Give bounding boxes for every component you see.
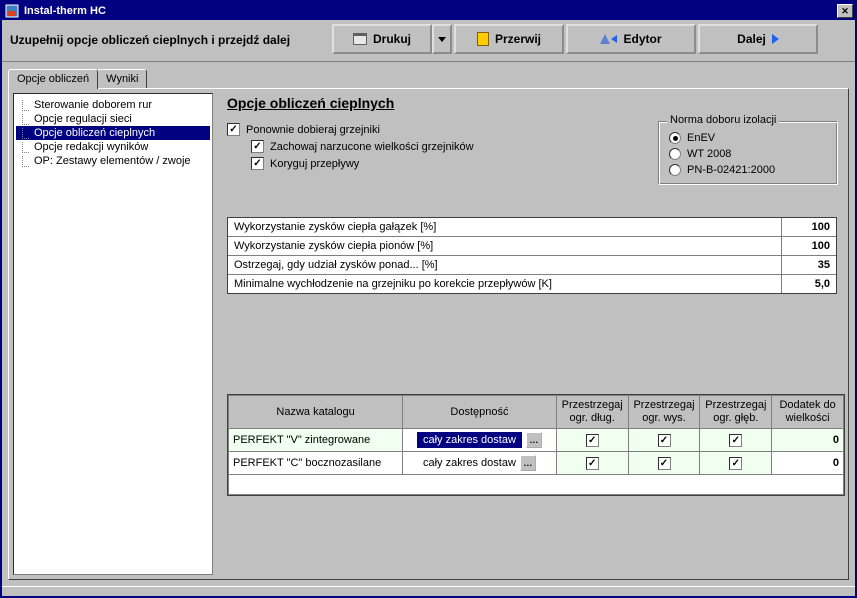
param-value-1[interactable]: 100 bbox=[782, 237, 836, 255]
next-button[interactable]: Dalej bbox=[698, 24, 818, 54]
catalog-row-1[interactable]: PERFEKT "C" bocznozasilane cały zakres d… bbox=[229, 452, 844, 475]
arrow-right-icon bbox=[772, 34, 779, 44]
check-redo-radiators-label: Ponownie dobieraj grzejniki bbox=[246, 124, 380, 136]
radio-pnb-row: PN-B-02421:2000 bbox=[669, 162, 827, 178]
tab-content: Sterowanie doborem rur Opcje regulacji s… bbox=[8, 88, 849, 580]
interrupt-button[interactable]: Przerwij bbox=[454, 24, 564, 54]
tab-options[interactable]: Opcje obliczeń bbox=[8, 69, 98, 89]
param-label-2: Ostrzegaj, gdy udział zysków ponad... [%… bbox=[228, 256, 782, 274]
param-table: Wykorzystanie zysków ciepła gałązek [%] … bbox=[227, 217, 837, 294]
options-row: Ponownie dobieraj grzejniki Zachowaj nar… bbox=[227, 121, 838, 185]
status-bar bbox=[2, 586, 855, 596]
insulation-norm-group: Norma doboru izolacji EnEV WT 2008 PN-B-… bbox=[658, 121, 838, 185]
col-name: Nazwa katalogu bbox=[229, 396, 403, 429]
catalog-avail-0[interactable]: cały zakres dostaw … bbox=[403, 429, 557, 452]
check-keep-forced-label: Zachowaj narzucone wielkości grzejników bbox=[270, 141, 474, 153]
catalog-header-row: Nazwa katalogu Dostępność Przestrzegaj o… bbox=[229, 396, 844, 429]
close-button[interactable]: ✕ bbox=[837, 4, 853, 18]
printer-icon bbox=[353, 33, 367, 45]
radio-enev-label: EnEV bbox=[687, 132, 715, 144]
check-keep-forced-row: Zachowaj narzucone wielkości grzejników bbox=[227, 138, 638, 155]
catalog-addon-0[interactable]: 0 bbox=[772, 429, 844, 452]
catalog-name-1: PERFEKT "C" bocznozasilane bbox=[229, 452, 403, 475]
radio-wt2008-label: WT 2008 bbox=[687, 148, 731, 160]
right-pane: Opcje obliczeń cieplnych Ponownie dobier… bbox=[217, 89, 848, 579]
check-redo-radiators[interactable] bbox=[227, 123, 240, 136]
tab-strip: Opcje obliczeń Wyniki bbox=[8, 66, 849, 88]
tree-item-network[interactable]: Opcje regulacji sieci bbox=[16, 112, 210, 126]
col-lim-len: Przestrzegaj ogr. dług. bbox=[556, 396, 628, 429]
catalog-blank-row bbox=[229, 475, 844, 495]
chevron-down-icon bbox=[438, 37, 446, 42]
catalog-avail-1-ellipsis[interactable]: … bbox=[520, 455, 536, 471]
catalog-avail-1-text: cały zakres dostaw bbox=[423, 457, 516, 469]
check-redo-radiators-row: Ponownie dobieraj grzejniki bbox=[227, 121, 638, 138]
catalog-limd-1[interactable] bbox=[700, 452, 772, 475]
catalog-avail-1[interactable]: cały zakres dostaw … bbox=[403, 452, 557, 475]
section-title: Opcje obliczeń cieplnych bbox=[227, 95, 838, 111]
insulation-norm-legend: Norma doboru izolacji bbox=[667, 114, 779, 126]
param-row-1: Wykorzystanie zysków ciepła pionów [%] 1… bbox=[228, 237, 836, 256]
param-label-3: Minimalne wychłodzenie na grzejniku po k… bbox=[228, 275, 782, 293]
check-correct-flows[interactable] bbox=[251, 157, 264, 170]
col-addon: Dodatek do wielkości bbox=[772, 396, 844, 429]
param-row-0: Wykorzystanie zysków ciepła gałązek [%] … bbox=[228, 218, 836, 237]
radio-enev-row: EnEV bbox=[669, 130, 827, 146]
next-label: Dalej bbox=[737, 32, 766, 46]
catalog-limlen-0[interactable] bbox=[556, 429, 628, 452]
editor-icon bbox=[600, 34, 617, 44]
radio-pnb[interactable] bbox=[669, 164, 681, 176]
param-value-2[interactable]: 35 bbox=[782, 256, 836, 274]
param-value-0[interactable]: 100 bbox=[782, 218, 836, 236]
header-instruction: Uzupełnij opcje obliczeń cieplnych i prz… bbox=[2, 20, 332, 61]
col-avail: Dostępność bbox=[403, 396, 557, 429]
catalog-avail-0-text: cały zakres dostaw bbox=[417, 432, 522, 448]
catalog-limd-0[interactable] bbox=[700, 429, 772, 452]
check-correct-flows-row: Koryguj przepływy bbox=[227, 155, 638, 172]
param-value-3[interactable]: 5,0 bbox=[782, 275, 836, 293]
catalog-limh-0[interactable] bbox=[628, 429, 700, 452]
tab-results[interactable]: Wyniki bbox=[97, 69, 147, 88]
param-row-2: Ostrzegaj, gdy udział zysków ponad... [%… bbox=[228, 256, 836, 275]
radio-enev[interactable] bbox=[669, 132, 681, 144]
options-checks: Ponownie dobieraj grzejniki Zachowaj nar… bbox=[227, 121, 638, 172]
app-window: Instal-therm HC ✕ Uzupełnij opcje oblicz… bbox=[0, 0, 857, 598]
stop-icon bbox=[477, 32, 489, 46]
param-label-1: Wykorzystanie zysków ciepła pionów [%] bbox=[228, 237, 782, 255]
print-label: Drukuj bbox=[373, 32, 411, 46]
check-correct-flows-label: Koryguj przepływy bbox=[270, 158, 359, 170]
print-dropdown-button[interactable] bbox=[432, 24, 452, 54]
catalog-limlen-1[interactable] bbox=[556, 452, 628, 475]
editor-button[interactable]: Edytor bbox=[566, 24, 696, 54]
check-keep-forced[interactable] bbox=[251, 140, 264, 153]
app-icon bbox=[4, 3, 20, 19]
catalog-table: Nazwa katalogu Dostępność Przestrzegaj o… bbox=[227, 394, 845, 496]
param-label-0: Wykorzystanie zysków ciepła gałązek [%] bbox=[228, 218, 782, 236]
catalog-addon-1[interactable]: 0 bbox=[772, 452, 844, 475]
radio-wt2008[interactable] bbox=[669, 148, 681, 160]
body-area: Opcje obliczeń Wyniki Sterowanie doborem… bbox=[2, 62, 855, 586]
col-lim-h: Przestrzegaj ogr. wys. bbox=[628, 396, 700, 429]
tree-pane: Sterowanie doborem rur Opcje regulacji s… bbox=[13, 93, 213, 575]
col-lim-d: Przestrzegaj ogr. głęb. bbox=[700, 396, 772, 429]
radio-wt2008-row: WT 2008 bbox=[669, 146, 827, 162]
tree-item-sets[interactable]: OP: Zestawy elementów / zwoje bbox=[16, 154, 210, 168]
catalog-name-0: PERFEKT "V" zintegrowane bbox=[229, 429, 403, 452]
print-button[interactable]: Drukuj bbox=[332, 24, 432, 54]
catalog-limh-1[interactable] bbox=[628, 452, 700, 475]
tree-item-results-edit[interactable]: Opcje redakcji wyników bbox=[16, 140, 210, 154]
tree-item-pipes[interactable]: Sterowanie doborem rur bbox=[16, 98, 210, 112]
header-toolbar: Uzupełnij opcje obliczeń cieplnych i prz… bbox=[2, 20, 855, 62]
radio-pnb-label: PN-B-02421:2000 bbox=[687, 164, 775, 176]
window-title: Instal-therm HC bbox=[24, 5, 837, 17]
interrupt-label: Przerwij bbox=[495, 32, 541, 46]
param-row-3: Minimalne wychłodzenie na grzejniku po k… bbox=[228, 275, 836, 293]
title-bar: Instal-therm HC ✕ bbox=[2, 2, 855, 20]
catalog-avail-0-ellipsis[interactable]: … bbox=[526, 432, 542, 448]
tree-item-thermal[interactable]: Opcje obliczeń cieplnych bbox=[16, 126, 210, 140]
catalog-row-0[interactable]: PERFEKT "V" zintegrowane cały zakres dos… bbox=[229, 429, 844, 452]
editor-label: Edytor bbox=[623, 32, 661, 46]
